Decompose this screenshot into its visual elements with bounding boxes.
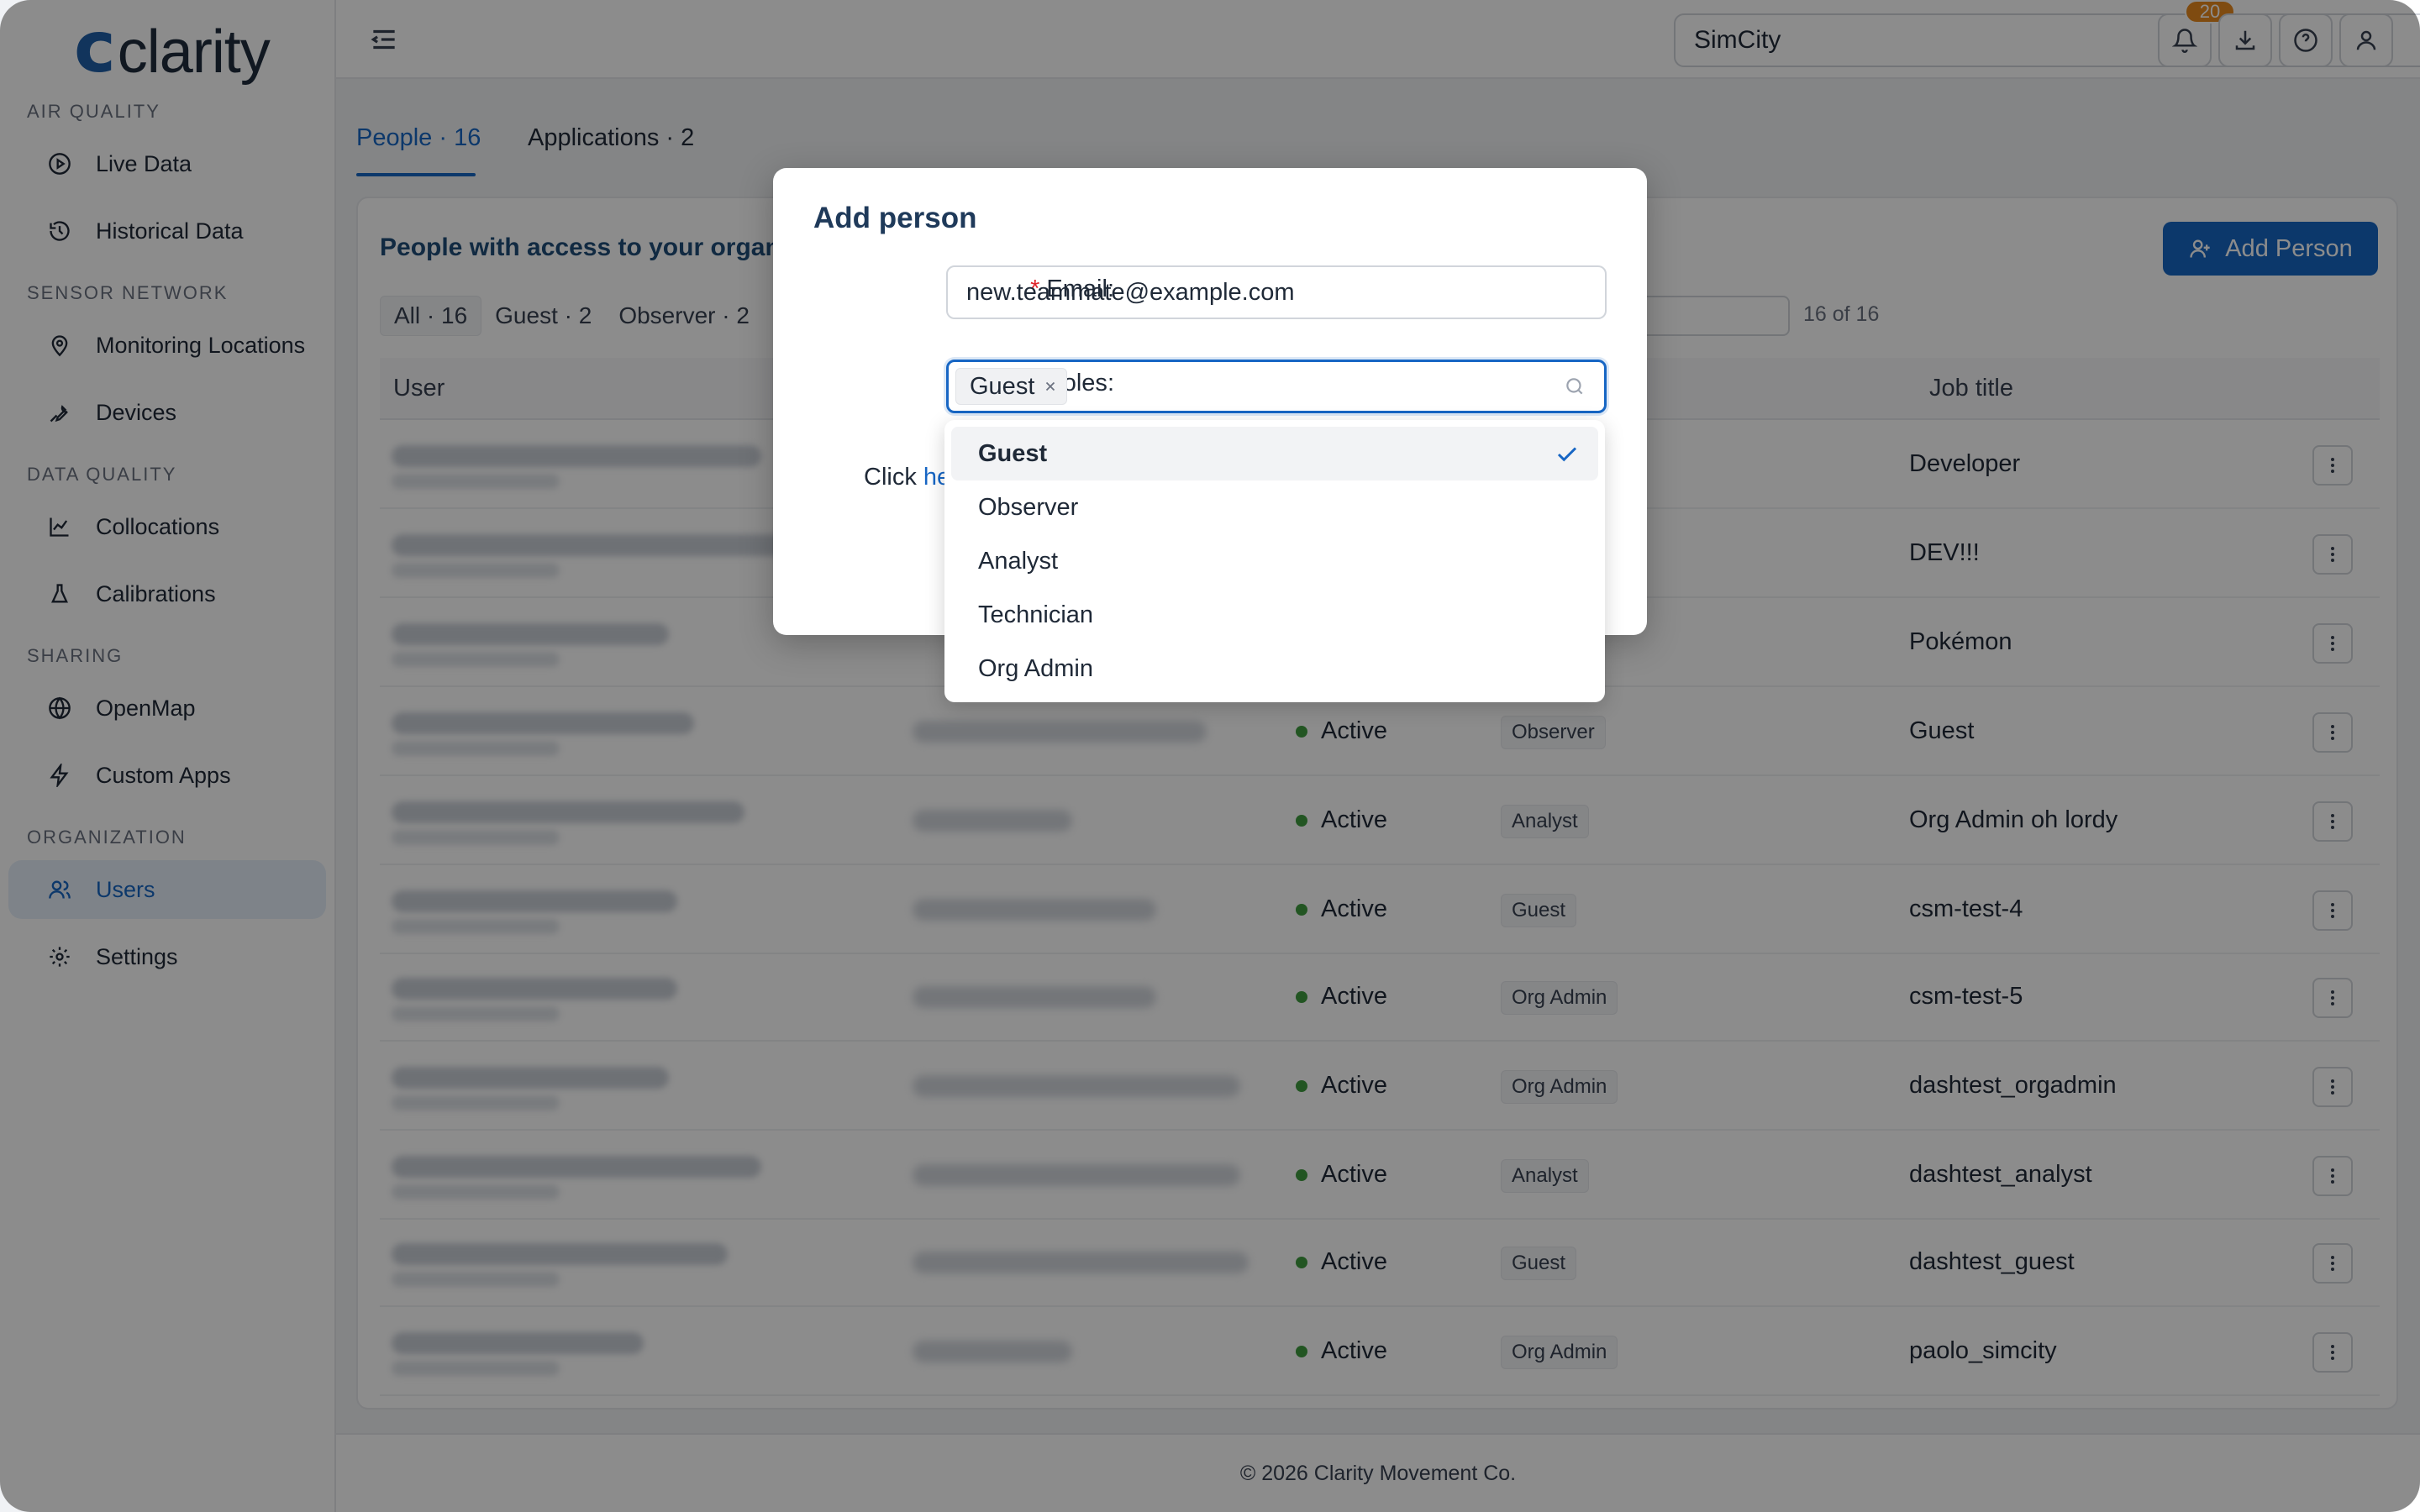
role-chip-label: Guest — [970, 372, 1035, 400]
role-option-label: Org Admin — [978, 654, 1093, 682]
search-icon — [1566, 378, 1583, 395]
role-option-label: Technician — [978, 601, 1094, 628]
close-icon[interactable] — [1043, 379, 1058, 394]
role-option-analyst[interactable]: Analyst — [951, 534, 1598, 588]
modal-title: Add person — [813, 202, 977, 234]
role-option-technician[interactable]: Technician — [951, 588, 1598, 642]
help-text: Click he — [864, 464, 948, 491]
role-chip-guest: Guest — [955, 368, 1068, 405]
role-option-label: Guest — [978, 439, 1048, 467]
role-option-org-admin[interactable]: Org Admin — [951, 642, 1598, 696]
roles-select[interactable]: Guest — [946, 360, 1607, 413]
roles-dropdown: Guest Observer Analyst Technician Org Ad… — [944, 420, 1605, 702]
email-field[interactable]: new.teammate@example.com — [946, 265, 1607, 319]
role-option-label: Analyst — [978, 547, 1059, 575]
role-option-guest[interactable]: Guest — [951, 427, 1598, 480]
checkmark-icon — [1557, 447, 1577, 462]
role-option-label: Observer — [978, 493, 1079, 521]
help-text-prefix: Click — [864, 464, 923, 491]
role-option-observer[interactable]: Observer — [951, 480, 1598, 534]
